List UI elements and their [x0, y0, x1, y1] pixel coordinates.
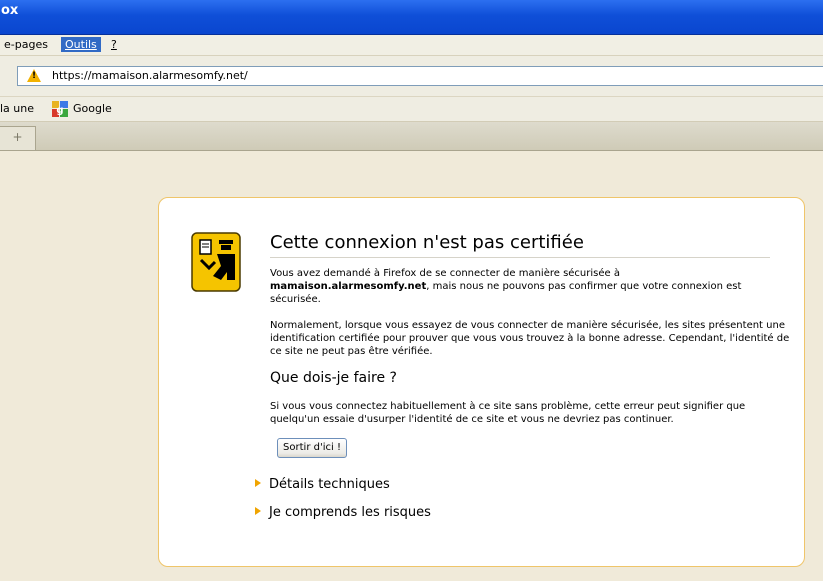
- what-to-do-heading: Que dois-je faire ?: [270, 370, 397, 386]
- understand-risks-label: Je comprends les risques: [269, 505, 431, 520]
- menu-item-tools[interactable]: Outils: [61, 37, 101, 52]
- url-text[interactable]: https://mamaison.alarmesomfy.net/: [52, 69, 248, 82]
- menu-item-tools-label: Outils: [65, 38, 97, 51]
- navigation-toolbar: ! https://mamaison.alarmesomfy.net/: [0, 56, 823, 97]
- certificate-officer-icon: [191, 232, 241, 292]
- normal-paragraph: Normalement, lorsque vous essayez de vou…: [270, 320, 790, 357]
- what-to-do-paragraph: Si vous vous connectez habituellement à …: [270, 401, 746, 425]
- bookmarks-toolbar: la une g Google: [0, 97, 823, 122]
- tab-strip: +: [0, 122, 823, 151]
- url-bar[interactable]: ! https://mamaison.alarmesomfy.net/: [17, 66, 823, 86]
- error-page-container: Cette connexion n'est pas certifiée Vous…: [158, 197, 805, 567]
- svg-text:g: g: [56, 105, 63, 116]
- escape-button[interactable]: Sortir d'ici !: [277, 438, 347, 458]
- bookmark-la-une[interactable]: la une: [0, 102, 34, 115]
- menu-bar: e-pages Outils ?: [0, 35, 823, 56]
- understand-risks-expander[interactable]: Je comprends les risques: [255, 505, 431, 520]
- menu-item-help[interactable]: ?: [107, 37, 121, 52]
- warning-icon-mark: !: [31, 71, 37, 81]
- technical-details-expander[interactable]: Détails techniques: [255, 477, 390, 492]
- new-tab-icon[interactable]: +: [0, 126, 36, 150]
- menu-item-pages[interactable]: e-pages: [0, 37, 52, 52]
- menu-item-help-label: ?: [111, 38, 117, 51]
- page-content: Cette connexion n'est pas certifiée Vous…: [0, 151, 823, 581]
- window-title-bar[interactable]: ox: [0, 0, 823, 35]
- intro-paragraph: Vous avez demandé à Firefox de se connec…: [270, 267, 790, 306]
- intro-domain: mamaison.alarmesomfy.net: [270, 281, 427, 292]
- google-icon: g: [52, 101, 68, 117]
- intro-prefix: Vous avez demandé à Firefox de se connec…: [270, 268, 620, 279]
- bookmark-google[interactable]: Google: [73, 102, 112, 115]
- technical-details-label: Détails techniques: [269, 477, 390, 492]
- window-title: ox: [1, 3, 19, 18]
- page-title: Cette connexion n'est pas certifiée: [270, 232, 770, 258]
- expand-arrow-icon: [255, 507, 261, 515]
- expand-arrow-icon: [255, 479, 261, 487]
